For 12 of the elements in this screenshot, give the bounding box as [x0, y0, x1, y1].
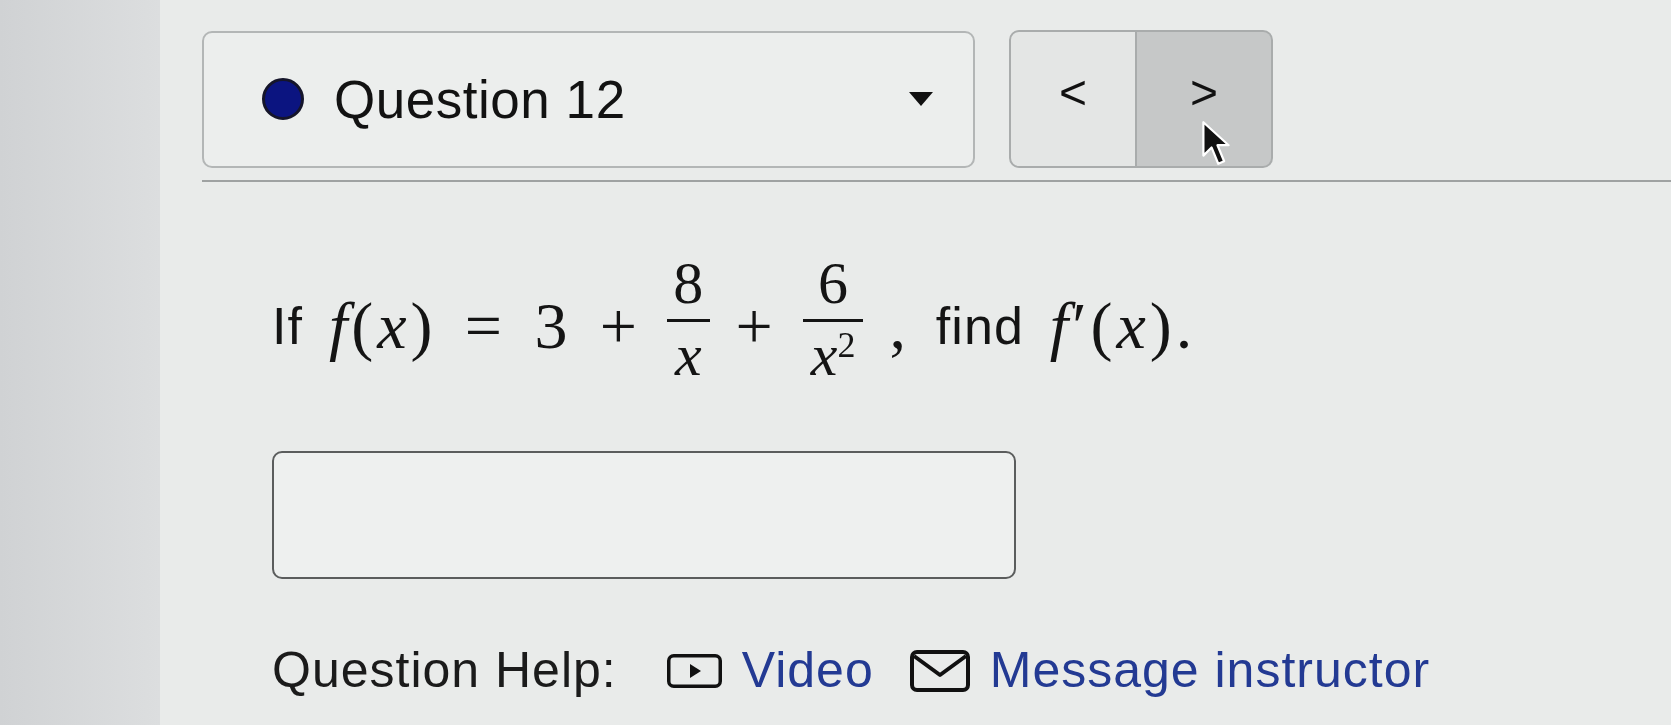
play-icon	[666, 653, 722, 688]
video-link[interactable]: Video	[666, 633, 874, 708]
next-button[interactable]: >	[1137, 30, 1273, 168]
mouse-pointer-icon	[1201, 120, 1231, 166]
status-dot-icon	[262, 78, 304, 120]
answer-field[interactable]	[272, 451, 1016, 579]
previous-button[interactable]: <	[1009, 30, 1137, 168]
question-dropdown[interactable]: Question 12	[202, 30, 975, 168]
envelope-icon	[909, 649, 970, 692]
question-help-label: Question Help:	[272, 641, 617, 700]
message-instructor-link[interactable]: Message instructor	[909, 633, 1431, 708]
caret-down-icon	[909, 92, 933, 106]
